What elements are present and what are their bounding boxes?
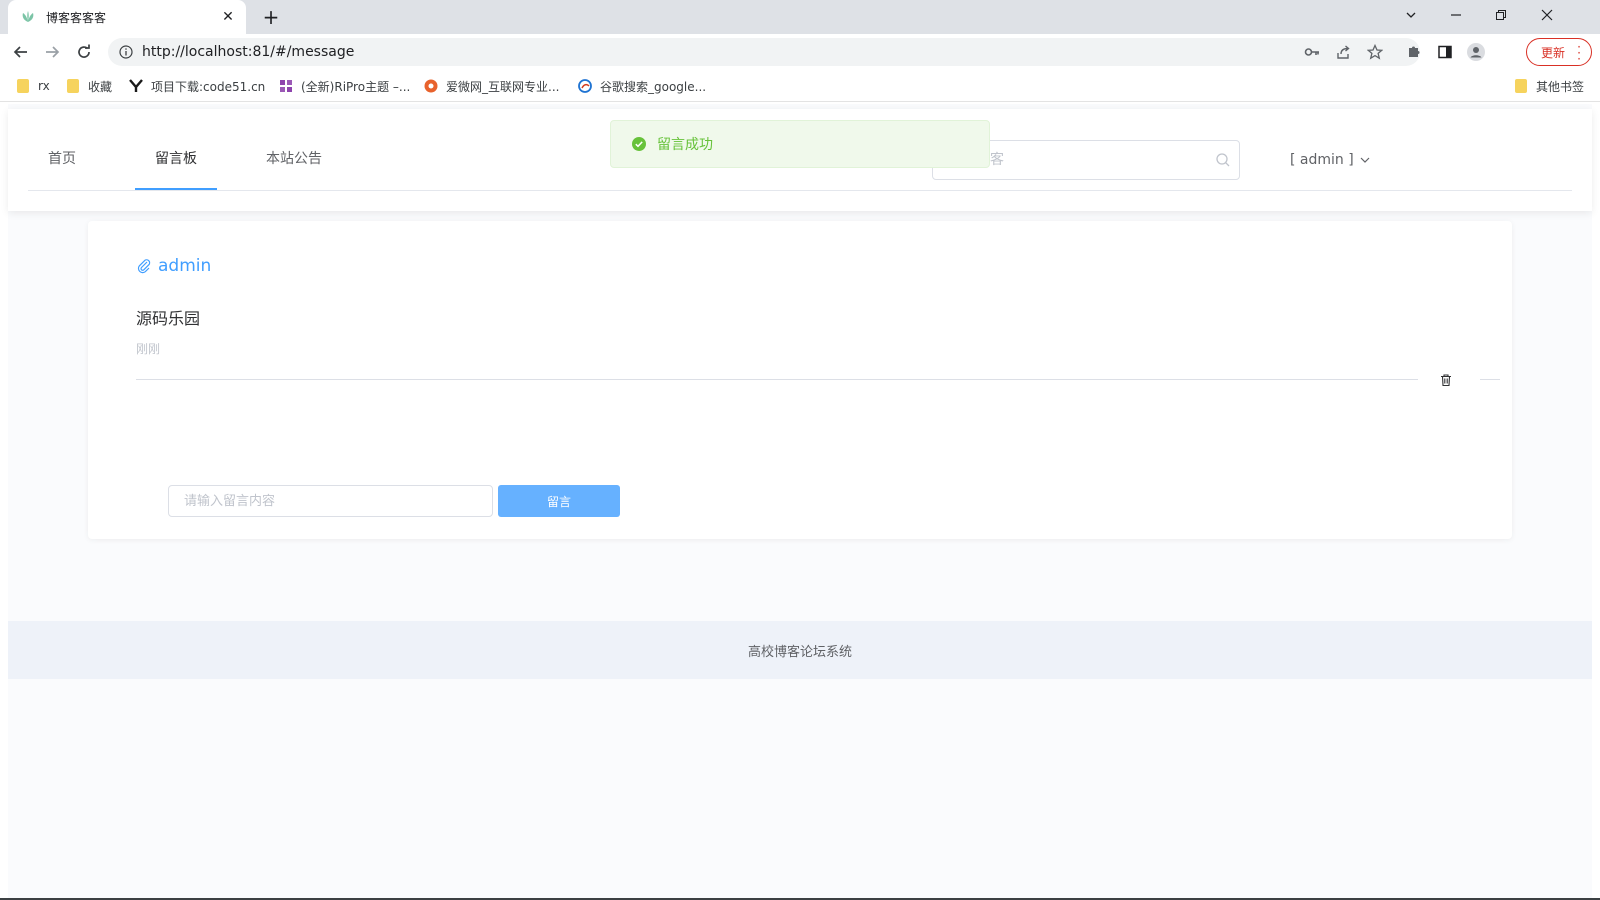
search-icon[interactable] [1215, 152, 1231, 168]
tab-title: 博客客客客 [46, 10, 107, 25]
forward-arrow-icon[interactable] [38, 38, 66, 66]
user-dropdown[interactable]: [ admin ] [1290, 149, 1370, 171]
360-logo-icon [578, 79, 592, 93]
message-author: admin [136, 255, 211, 277]
bookmark-item[interactable]: 收藏 [66, 76, 112, 96]
reload-icon[interactable] [70, 38, 98, 66]
bookmark-star-icon[interactable] [1363, 40, 1387, 64]
profile-avatar-icon[interactable] [1464, 40, 1488, 64]
update-label: 更新 [1541, 45, 1566, 60]
site-info-icon[interactable] [118, 44, 134, 60]
restore-icon[interactable] [1478, 0, 1524, 30]
page-content: 首页 留言板 本站公告 [ admin ] admin 源码乐园 刚刚 留言 高 [8, 104, 1592, 900]
bookmark-item[interactable]: 谷歌搜索_google... [578, 76, 706, 96]
message-input[interactable] [168, 485, 493, 517]
window-close-icon[interactable] [1524, 0, 1570, 30]
url-text: http://localhost:81/#/message [142, 44, 355, 60]
bookmark-item[interactable]: rx [16, 76, 50, 96]
message-divider [136, 379, 1418, 380]
folder-icon [1514, 79, 1528, 93]
bookmark-item[interactable]: (全新)RiPro主题 –... [279, 76, 410, 96]
site-footer: 高校博客论坛系统 [8, 621, 1592, 679]
update-button[interactable]: 更新 · · · [1526, 38, 1592, 66]
site-logo-icon [279, 79, 293, 93]
share-icon[interactable] [1332, 40, 1356, 64]
divider-short [1480, 379, 1500, 380]
bookmark-item[interactable]: 项目下载:code51.cn [129, 76, 265, 96]
toast-message: 留言成功 [657, 137, 713, 153]
folder-icon [16, 79, 30, 93]
folder-icon [66, 79, 80, 93]
leaf-favicon-icon [20, 9, 36, 25]
submit-message-button[interactable]: 留言 [498, 485, 620, 517]
y-logo-icon [129, 79, 143, 93]
browser-tab[interactable]: 博客客客客 ✕ [8, 0, 246, 34]
message-time: 刚刚 [136, 342, 161, 356]
bookmarks-bar: rx 收藏 项目下载:code51.cn (全新)RiPro主题 –... 爱微… [0, 70, 1600, 102]
message-board-card: admin 源码乐园 刚刚 留言 [88, 221, 1512, 539]
user-label: [ admin ] [1290, 152, 1354, 168]
nav-item-message-board[interactable]: 留言板 [135, 129, 217, 190]
success-toast: 留言成功 [610, 120, 990, 168]
tab-close-icon[interactable]: ✕ [220, 9, 236, 25]
paperclip-icon [137, 259, 151, 274]
minimize-icon[interactable] [1433, 0, 1479, 30]
browser-toolbar: http://localhost:81/#/message 更新 · · · [0, 34, 1600, 70]
trash-icon[interactable] [1438, 372, 1454, 388]
address-bar[interactable]: http://localhost:81/#/message [108, 38, 1420, 66]
nav-item-home[interactable]: 首页 [28, 129, 96, 190]
back-arrow-icon[interactable] [7, 38, 35, 66]
bookmark-item[interactable]: 爱微网_互联网专业... [424, 76, 559, 96]
browser-tab-strip: 博客客客客 ✕ + [0, 0, 1600, 34]
new-tab-icon[interactable]: + [258, 4, 284, 30]
tab-search-chevron-icon[interactable] [1388, 0, 1434, 30]
key-icon[interactable] [1300, 40, 1324, 64]
author-name: admin [158, 256, 212, 276]
aiwei-logo-icon [424, 79, 438, 93]
menu-dots-icon[interactable]: · · · [1577, 41, 1581, 65]
other-bookmarks[interactable]: 其他书签 [1514, 76, 1584, 96]
side-panel-icon[interactable] [1433, 40, 1457, 64]
extensions-puzzle-icon[interactable] [1402, 40, 1426, 64]
check-circle-icon [632, 137, 646, 151]
message-content: 源码乐园 [136, 309, 201, 328]
nav-item-announcements[interactable]: 本站公告 [249, 129, 339, 190]
chevron-down-icon [1360, 157, 1370, 163]
